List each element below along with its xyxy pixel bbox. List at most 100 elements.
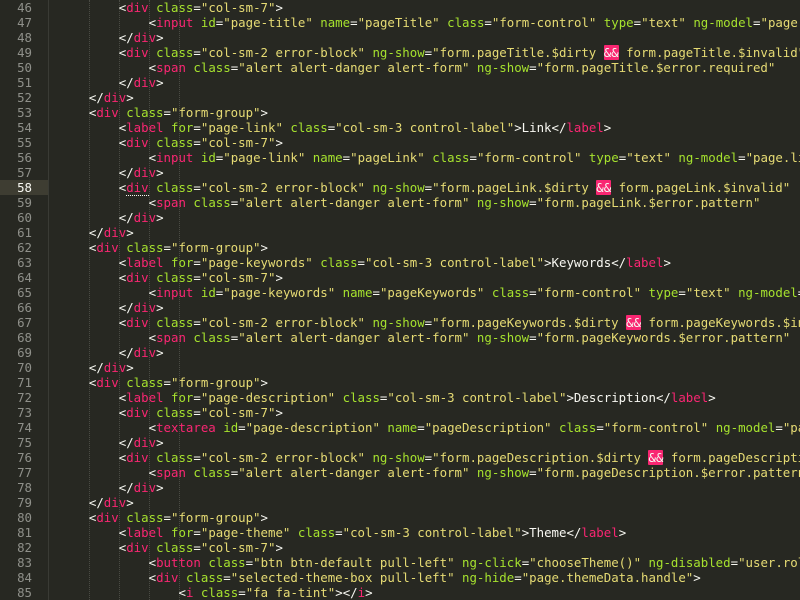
code-line[interactable]: </div>: [119, 210, 164, 225]
attribute-token: type: [648, 285, 679, 300]
tag-token: div: [103, 360, 127, 375]
code-line[interactable]: <div class="col-sm-7">: [119, 135, 283, 150]
string-token: "col-sm-7": [200, 135, 276, 150]
code-line[interactable]: <div class="col-sm-7">: [119, 0, 283, 15]
code-line[interactable]: <label for="page-keywords" class="col-sm…: [119, 255, 671, 270]
string-token: "pageDescription": [424, 420, 552, 435]
attribute-token: class: [126, 510, 164, 525]
punctuation-token: >: [693, 570, 701, 585]
code-line[interactable]: <span class = "alert alert-danger alert-fo…: [149, 60, 776, 75]
attribute-token: ng-model: [693, 15, 754, 30]
code-line[interactable]: <label for="page-theme" class="col-sm-3 …: [119, 525, 626, 540]
punctuation-token: >: [260, 510, 268, 525]
punctuation-token: =: [529, 60, 537, 75]
punctuation-token: [731, 285, 738, 300]
attribute-token: class: [290, 120, 328, 135]
string-token: "form-group": [170, 375, 261, 390]
punctuation-token: =: [529, 330, 537, 345]
attribute-token: ng-hide: [462, 570, 515, 585]
tag-token: div: [103, 90, 127, 105]
code-line[interactable]: <div class="form-group">: [89, 105, 268, 120]
punctuation-token: [149, 180, 156, 195]
code-line[interactable]: <div class="col-sm-7">: [119, 270, 283, 285]
line-number: 74: [17, 420, 32, 435]
attribute-token: ng-click: [462, 555, 522, 570]
punctuation-token: [335, 285, 342, 300]
string-token: "page.themeData.handle": [521, 570, 694, 585]
code-line[interactable]: <span class = "alert alert-danger alert-fo…: [149, 330, 791, 345]
code-line[interactable]: </div>: [89, 90, 134, 105]
punctuation-token: [149, 450, 156, 465]
code-line[interactable]: <div class="col-sm-2 error-block" ng-sho…: [119, 180, 790, 196]
punctuation-token: >: [126, 360, 134, 375]
code-line[interactable]: <input id="page-title" name="pageTitle" …: [149, 15, 800, 30]
punctuation-token: >: [156, 435, 164, 450]
code-editor[interactable]: 46 47 48 49 50 51 52 53 54 55 56 57 58 59 60 61 62 63 64 65…: [0, 0, 800, 600]
code-line[interactable]: <div class="form-group">: [89, 375, 268, 390]
code-line[interactable]: <i class="fa fa-tint"></i>: [179, 585, 373, 600]
string-token: "page-link": [200, 120, 283, 135]
punctuation-token: </: [118, 345, 134, 360]
code-line[interactable]: <label for="page-link" class="col-sm-3 c…: [119, 120, 611, 135]
attribute-token: class: [156, 315, 194, 330]
line-number: 63: [17, 255, 32, 270]
code-line[interactable]: <input id="page-keywords" name="pageKeyw…: [149, 285, 800, 300]
code-line[interactable]: </div>: [119, 435, 164, 450]
punctuation-token: >: [260, 240, 268, 255]
code-area[interactable]: <div class="col-sm-7"> <input id="page-ti…: [49, 0, 800, 600]
string-token: "btn btn-default pull-left": [253, 555, 455, 570]
code-line[interactable]: <div class="col-sm-2 error-block" ng-sho…: [119, 45, 800, 60]
code-line[interactable]: </div>: [119, 30, 164, 45]
code-line[interactable]: <label for="page-description" class="col…: [119, 390, 716, 405]
punctuation-token: >: [156, 345, 164, 360]
code-line[interactable]: <span class = "alert alert-danger alert-fo…: [149, 465, 800, 480]
string-token: "form-group": [170, 105, 261, 120]
line-number: 49: [17, 45, 32, 60]
punctuation-token: [641, 555, 648, 570]
highlighted-operator: &&: [626, 315, 642, 330]
code-line[interactable]: </div>: [119, 300, 164, 315]
punctuation-token: [149, 270, 156, 285]
attribute-token: class: [156, 405, 194, 420]
punctuation-token: =: [193, 450, 201, 465]
code-line[interactable]: <span class = "alert alert-danger alert-fo…: [149, 195, 761, 210]
code-line[interactable]: </div>: [119, 165, 164, 180]
attribute-token: ng-disabled: [648, 555, 731, 570]
attribute-token: class: [491, 285, 530, 300]
code-line[interactable]: </div>: [119, 345, 164, 360]
line-number: 68: [17, 330, 32, 345]
code-line[interactable]: </div>: [89, 495, 134, 510]
code-line[interactable]: <div class="selected-theme-box pull-left…: [149, 570, 701, 585]
code-line[interactable]: <div class="form-group">: [89, 240, 268, 255]
punctuation-token: =: [238, 585, 246, 600]
code-line[interactable]: <div class="col-sm-2 error-block" ng-sho…: [119, 450, 800, 465]
code-line[interactable]: </div>: [89, 360, 134, 375]
punctuation-token: [164, 390, 171, 405]
attribute-token: class: [297, 525, 336, 540]
tag-token: div: [126, 405, 149, 420]
string-token: "page-description": [245, 420, 380, 435]
tag-token: div: [126, 540, 149, 555]
punctuation-token: =: [193, 255, 201, 270]
code-line[interactable]: <div class="form-group">: [89, 510, 268, 525]
string-token: "col-sm-7": [200, 270, 276, 285]
code-line[interactable]: <textarea id="page-description" name="pa…: [149, 420, 800, 435]
tag-token: span: [156, 60, 186, 75]
tag-token: div: [96, 375, 119, 390]
code-line[interactable]: <button class="btn btn-default pull-left…: [149, 555, 800, 570]
punctuation-token: </: [118, 165, 134, 180]
code-line[interactable]: </div>: [89, 225, 134, 240]
code-line[interactable]: <input id="page-link" name="pageLink" cl…: [149, 150, 800, 165]
code-line[interactable]: </div>: [119, 480, 164, 495]
punctuation-token: [178, 570, 185, 585]
punctuation-token: =: [678, 285, 686, 300]
punctuation-token: </: [118, 480, 134, 495]
tag-token: label: [126, 255, 164, 270]
tag-token: div: [133, 480, 157, 495]
code-line[interactable]: <div class="col-sm-7">: [119, 405, 283, 420]
string-token: "text": [685, 285, 731, 300]
code-line[interactable]: <div class="col-sm-2 error-block" ng-sho…: [119, 315, 800, 330]
code-line[interactable]: </div>: [119, 75, 164, 90]
attribute-token: class: [208, 555, 246, 570]
code-line[interactable]: <div class="col-sm-7">: [119, 540, 283, 555]
